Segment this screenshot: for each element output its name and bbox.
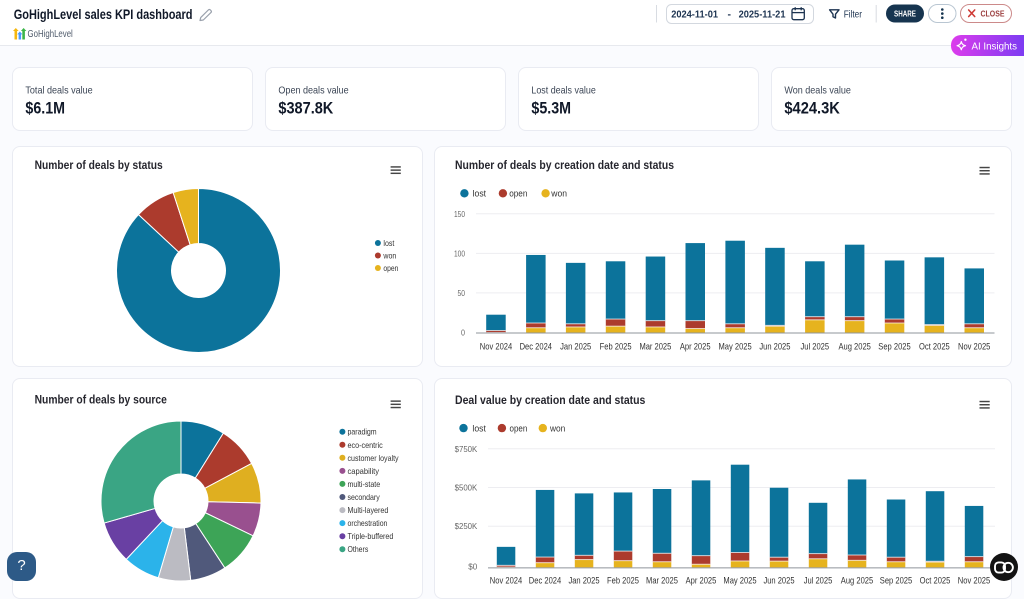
svg-text:Mar 2025: Mar 2025 <box>646 576 678 586</box>
svg-text:lost: lost <box>383 238 395 248</box>
svg-text:Apr 2025: Apr 2025 <box>680 342 711 352</box>
svg-text:Number of deals by source: Number of deals by source <box>35 395 167 407</box>
svg-text:$250K: $250K <box>455 522 478 531</box>
svg-text:0: 0 <box>461 328 465 337</box>
svg-text:customer loyalty: customer loyalty <box>348 453 400 463</box>
svg-text:Number of deals by status: Number of deals by status <box>35 160 163 172</box>
svg-text:Open deals value: Open deals value <box>278 85 348 97</box>
svg-text:$6.1M: $6.1M <box>25 100 65 118</box>
svg-text:Nov 2024: Nov 2024 <box>480 342 512 352</box>
svg-text:Jan 2025: Jan 2025 <box>560 342 591 352</box>
svg-text:$500K: $500K <box>455 484 478 493</box>
svg-text:$0: $0 <box>468 563 477 572</box>
svg-text:CLOSE: CLOSE <box>981 8 1005 18</box>
svg-text:multi-state: multi-state <box>348 479 381 489</box>
svg-text:AI Insights: AI Insights <box>972 41 1018 52</box>
svg-text:Oct 2025: Oct 2025 <box>920 576 951 586</box>
svg-text:Mar 2025: Mar 2025 <box>639 342 671 352</box>
svg-text:lost: lost <box>473 189 487 200</box>
svg-text:SHARE: SHARE <box>894 8 916 18</box>
svg-text:Nov 2024: Nov 2024 <box>490 576 522 586</box>
svg-text:-: - <box>728 8 732 20</box>
svg-text:secondary: secondary <box>348 492 381 502</box>
svg-text:150: 150 <box>454 210 465 219</box>
svg-text:$750K: $750K <box>455 445 478 454</box>
svg-text:Filter: Filter <box>844 10 863 21</box>
svg-text:$5.3M: $5.3M <box>531 100 571 118</box>
svg-text:open: open <box>383 263 398 273</box>
svg-text:eco-centric: eco-centric <box>348 440 383 450</box>
svg-text:Aug 2025: Aug 2025 <box>839 342 871 352</box>
svg-text:100: 100 <box>454 249 465 258</box>
svg-text:Deal value by creation date an: Deal value by creation date and status <box>455 395 645 407</box>
svg-text:Feb 2025: Feb 2025 <box>600 342 632 352</box>
svg-text:GoHighLevel sales KPI dashboar: GoHighLevel sales KPI dashboard <box>14 6 193 22</box>
svg-text:Others: Others <box>348 544 369 554</box>
svg-text:2024-11-01: 2024-11-01 <box>671 8 718 20</box>
svg-text:Sep 2025: Sep 2025 <box>878 342 910 352</box>
svg-text:$424.3K: $424.3K <box>784 100 840 118</box>
svg-text:Multi-layered: Multi-layered <box>348 505 389 515</box>
svg-text:capability: capability <box>348 466 380 476</box>
svg-text:Nov 2025: Nov 2025 <box>958 342 990 352</box>
svg-text:May 2025: May 2025 <box>723 576 756 586</box>
svg-text:Aug 2025: Aug 2025 <box>841 576 873 586</box>
svg-text:$387.8K: $387.8K <box>278 100 333 118</box>
svg-text:Jun 2025: Jun 2025 <box>763 576 794 586</box>
svg-text:Number of deals by creation da: Number of deals by creation date and sta… <box>455 160 674 172</box>
svg-text:lost: lost <box>472 423 486 434</box>
svg-text:Triple-buffered: Triple-buffered <box>348 531 394 541</box>
svg-text:Feb 2025: Feb 2025 <box>607 576 639 586</box>
svg-text:Dec 2024: Dec 2024 <box>529 576 561 586</box>
svg-text:Apr 2025: Apr 2025 <box>686 576 717 586</box>
svg-text:won: won <box>550 189 567 200</box>
svg-text:Lost deals value: Lost deals value <box>531 85 596 97</box>
svg-text:Total deals value: Total deals value <box>25 85 92 97</box>
svg-text:Jul 2025: Jul 2025 <box>804 576 833 586</box>
svg-text:May 2025: May 2025 <box>719 342 752 352</box>
svg-text:orchestration: orchestration <box>348 518 388 528</box>
svg-text:Oct 2025: Oct 2025 <box>919 342 950 352</box>
svg-text:Won deals value: Won deals value <box>784 85 851 97</box>
svg-text:2025-11-21: 2025-11-21 <box>739 8 786 20</box>
svg-text:Sep 2025: Sep 2025 <box>880 576 912 586</box>
svg-text:won: won <box>549 423 565 434</box>
svg-text:open: open <box>510 423 528 434</box>
svg-text:GoHighLevel: GoHighLevel <box>28 29 73 40</box>
svg-text:Jul 2025: Jul 2025 <box>801 342 830 352</box>
svg-text:Jan 2025: Jan 2025 <box>568 576 599 586</box>
svg-text:Nov 2025: Nov 2025 <box>958 576 990 586</box>
svg-text:Dec 2024: Dec 2024 <box>520 342 552 352</box>
svg-text:Jun 2025: Jun 2025 <box>759 342 790 352</box>
svg-text:paradigm: paradigm <box>348 427 377 437</box>
svg-text:won: won <box>383 251 397 261</box>
svg-text:open: open <box>509 189 527 200</box>
svg-text:50: 50 <box>458 289 466 298</box>
